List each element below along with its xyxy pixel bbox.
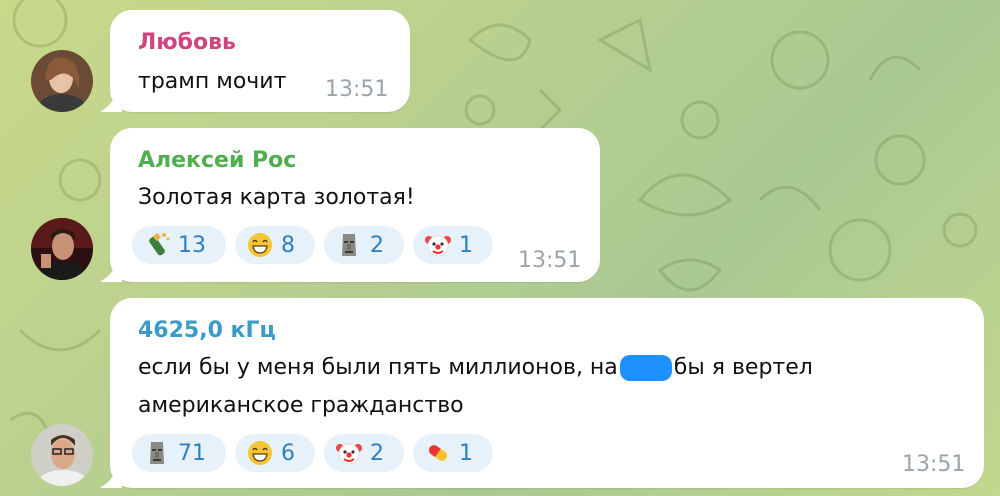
message-bubble-3[interactable]: 4625,0 кГц если бы у меня были пять милл… [100, 298, 984, 488]
pill-icon [428, 445, 448, 461]
clown-face-icon [425, 235, 451, 257]
reaction-count: 1 [459, 440, 473, 466]
message-text-part-2: бы я вертел [673, 355, 813, 380]
reaction-champagne[interactable]: 13 [132, 226, 226, 264]
sender-name[interactable]: Любовь [138, 30, 236, 55]
grinning-face-icon [248, 233, 272, 257]
reaction-grinning-face[interactable]: 8 [235, 226, 315, 264]
message-text: Золотая карта золотая! [138, 185, 415, 210]
message-time: 13:51 [518, 248, 582, 273]
reaction-clown-face[interactable]: 2 [324, 434, 404, 472]
message-text: трамп мочит [138, 69, 287, 94]
redaction-mark [619, 355, 672, 381]
reaction-count: 8 [281, 232, 295, 258]
reaction-moai[interactable]: 71 [132, 434, 226, 472]
moai-icon [150, 442, 164, 464]
reaction-count: 1 [459, 232, 473, 258]
reaction-moai[interactable]: 2 [324, 226, 404, 264]
reaction-count: 13 [178, 232, 206, 258]
sender-name[interactable]: Алексей Рос [138, 148, 296, 173]
message-text-part-1: если бы у меня были пять миллионов, на [138, 355, 618, 380]
champagne-icon [149, 232, 170, 256]
avatar-aleksey[interactable] [31, 218, 93, 280]
sender-name[interactable]: 4625,0 кГц [138, 318, 276, 343]
reaction-grinning-face[interactable]: 6 [235, 434, 315, 472]
message-text: если бы у меня были пять миллионов, на бы… [138, 348, 813, 388]
reaction-clown-face[interactable]: 1 [413, 226, 493, 264]
message-text-line-2: американское гражданство [138, 393, 464, 418]
moai-icon [342, 234, 356, 256]
reaction-count: 2 [370, 232, 384, 258]
reaction-count: 71 [178, 440, 206, 466]
reaction-pill[interactable]: 1 [413, 434, 493, 472]
avatar-lyubov[interactable] [31, 50, 93, 112]
reaction-count: 6 [281, 440, 295, 466]
message-bubble-2[interactable]: Алексей Рос Золотая карта золотая! 13 8 … [100, 128, 600, 282]
grinning-face-icon [248, 441, 272, 465]
avatar-4625-khz[interactable] [31, 424, 93, 486]
message-bubble-1[interactable]: Любовь трамп мочит 13:51 [100, 10, 410, 112]
clown-face-icon [336, 443, 362, 465]
reaction-count: 2 [370, 440, 384, 466]
message-time: 13:51 [325, 77, 389, 102]
message-time: 13:51 [902, 452, 966, 477]
